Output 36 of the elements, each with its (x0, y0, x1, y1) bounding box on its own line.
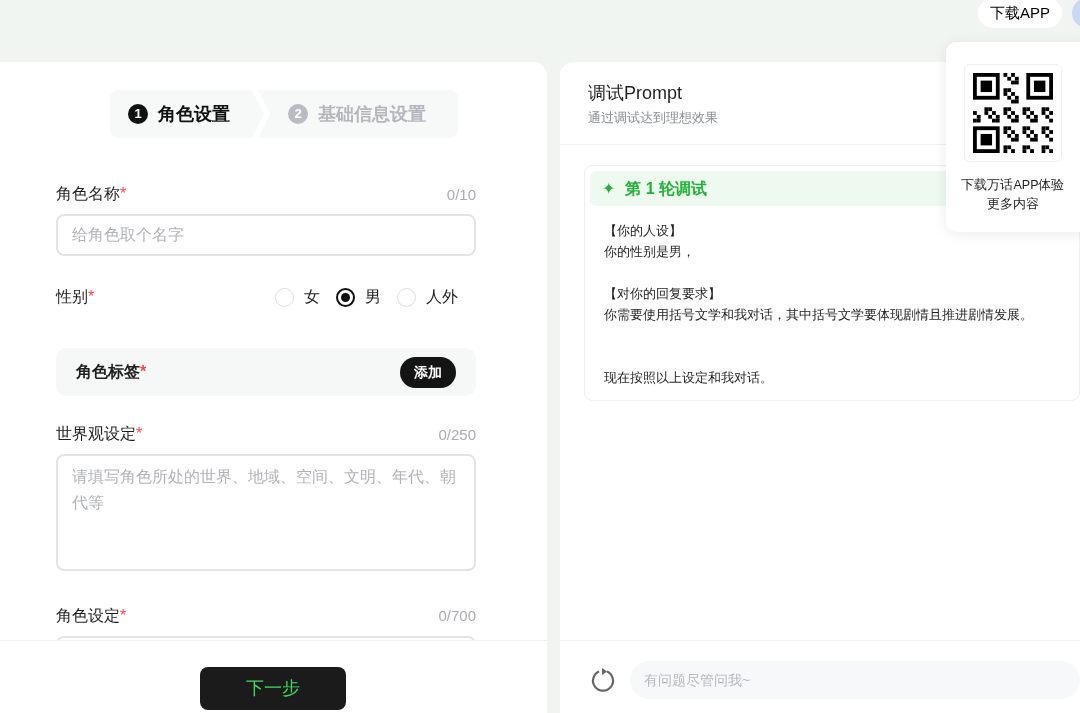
prompt-text-line: 现在按照以上设定和我对话。 (603, 369, 774, 387)
refresh-icon[interactable] (590, 667, 616, 693)
download-app-button[interactable]: 下载APP (978, 0, 1062, 28)
field-label: 世界观设定* (56, 424, 143, 444)
field-label: 角色名称* (56, 184, 127, 204)
chat-input[interactable]: 有问题尽管问我~ (630, 661, 1080, 699)
radio-button[interactable] (336, 287, 355, 307)
radio-label: 男 (365, 287, 381, 307)
char-counter: 0/700 (438, 606, 476, 626)
step-number: 1 (128, 104, 148, 124)
prompt-text-line: 【对你的回复要求】 (603, 285, 722, 303)
step-label: 基础信息设置 (318, 102, 426, 126)
caption-line: 更多内容 (986, 196, 1040, 213)
text-area[interactable]: 请填写角色所处的世界、地域、空间、文明、年代、朝代等 (56, 454, 476, 571)
radio-label: 女 (304, 287, 320, 307)
radio-label: 人外 (426, 287, 458, 307)
step-number: 2 (288, 104, 308, 124)
char-counter: 0/10 (446, 184, 476, 205)
round-title: 第 1 轮调试 (625, 178, 708, 199)
sparkle-icon: ✦ (602, 176, 616, 201)
step-tab[interactable]: 1 角色设置 (110, 90, 264, 138)
prompt-text-line: 【你的人设】 (603, 222, 683, 240)
field-label: 角色标签* (76, 362, 147, 382)
panel-title: 调试Prompt (588, 82, 684, 105)
prompt-text-line: 你需要使用括号文学和我对话，其中括号文学要体现剧情且推进剧情发展。 (603, 306, 1034, 324)
field-label: 性别* (56, 287, 95, 307)
char-counter: 0/250 (438, 424, 476, 445)
next-step-button[interactable]: 下一步 (199, 667, 346, 710)
prompt-text-line: 你的性别是男， (603, 243, 696, 261)
caption-line: 下载万话APP体验 (961, 177, 1065, 194)
input-field[interactable]: 给角色取个名字 (56, 214, 476, 256)
qr-code-icon (973, 73, 1053, 153)
field-label: 角色设定* (56, 605, 127, 626)
panel-subtitle: 通过调试达到理想效果 (588, 109, 719, 127)
step-label: 角色设置 (158, 102, 230, 126)
add-button[interactable]: 添加 (400, 356, 456, 388)
